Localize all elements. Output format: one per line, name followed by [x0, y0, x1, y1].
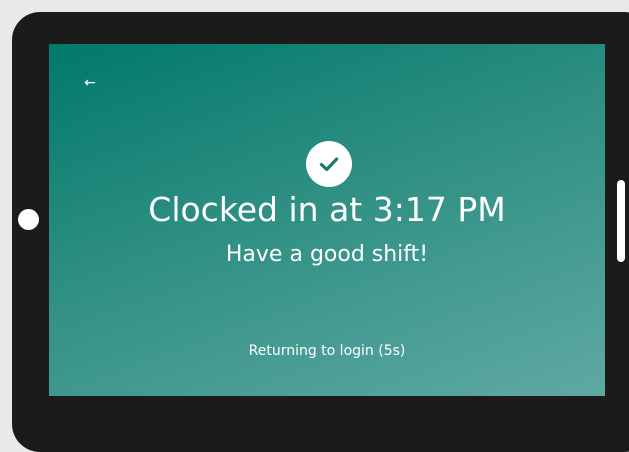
back-arrow-icon[interactable]: ←: [79, 72, 101, 94]
checkmark-icon: [319, 157, 339, 172]
return-countdown: Returning to login (5s): [248, 343, 406, 359]
check-icon: [306, 141, 352, 187]
clock-in-subtitle: Have a good shift!: [225, 242, 429, 267]
clock-in-title: Clocked in at 3:17 PM: [148, 190, 506, 229]
confirmation-screen: ← Clocked in at 3:17 PM Have a good shif…: [49, 44, 605, 396]
home-button[interactable]: [18, 209, 39, 230]
side-button[interactable]: [617, 180, 625, 262]
